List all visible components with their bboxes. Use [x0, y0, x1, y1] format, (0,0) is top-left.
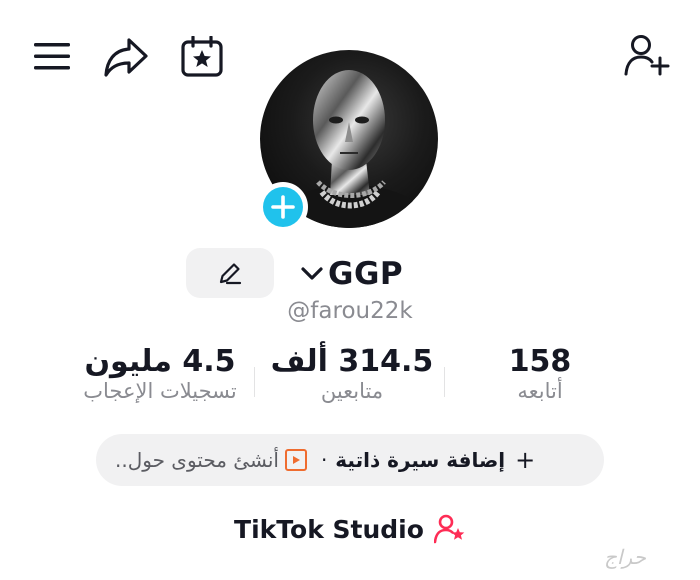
- play-square-icon: [284, 449, 307, 471]
- username: GGP: [328, 256, 404, 292]
- chevron-down-icon: [300, 264, 324, 284]
- plus-icon[interactable]: [263, 187, 303, 227]
- person-star-icon: [433, 514, 466, 544]
- share-icon[interactable]: [103, 36, 149, 78]
- haraj-watermark: حراج: [604, 545, 646, 569]
- likes-count: 4.5 مليون: [84, 344, 236, 379]
- user-handle: @farou22k: [287, 298, 413, 324]
- followers-label: متابعين: [320, 379, 384, 403]
- bio-separator: ·: [320, 448, 328, 472]
- add-bio-label: إضافة سيرة ذاتية: [335, 448, 506, 472]
- username-switcher[interactable]: GGP: [300, 252, 403, 296]
- calendar-star-icon[interactable]: [180, 36, 224, 78]
- following-count: 158: [508, 344, 572, 379]
- followers-stat[interactable]: 314.5 ألف متابعين: [262, 344, 442, 403]
- edit-profile-button[interactable]: [186, 248, 274, 298]
- stats-divider: [444, 367, 445, 397]
- following-label: أتابعه: [517, 379, 563, 403]
- followers-count: 314.5 ألف: [270, 344, 434, 379]
- plus-glyph: +: [515, 446, 536, 474]
- following-stat[interactable]: 158 أتابعه: [470, 344, 610, 403]
- menu-icon[interactable]: [33, 40, 71, 72]
- create-content-label: أنشئ محتوى حول..: [115, 448, 279, 472]
- stats-divider: [254, 367, 255, 397]
- add-user-icon[interactable]: [624, 34, 670, 76]
- likes-label: تسجيلات الإعجاب: [83, 379, 237, 403]
- likes-stat[interactable]: 4.5 مليون تسجيلات الإعجاب: [55, 344, 265, 403]
- add-bio-content[interactable]: + إضافة سيرة ذاتية · أنشئ محتوى حول..: [115, 434, 600, 486]
- studio-label: TikTok Studio: [234, 514, 424, 544]
- pencil-icon: [218, 261, 242, 285]
